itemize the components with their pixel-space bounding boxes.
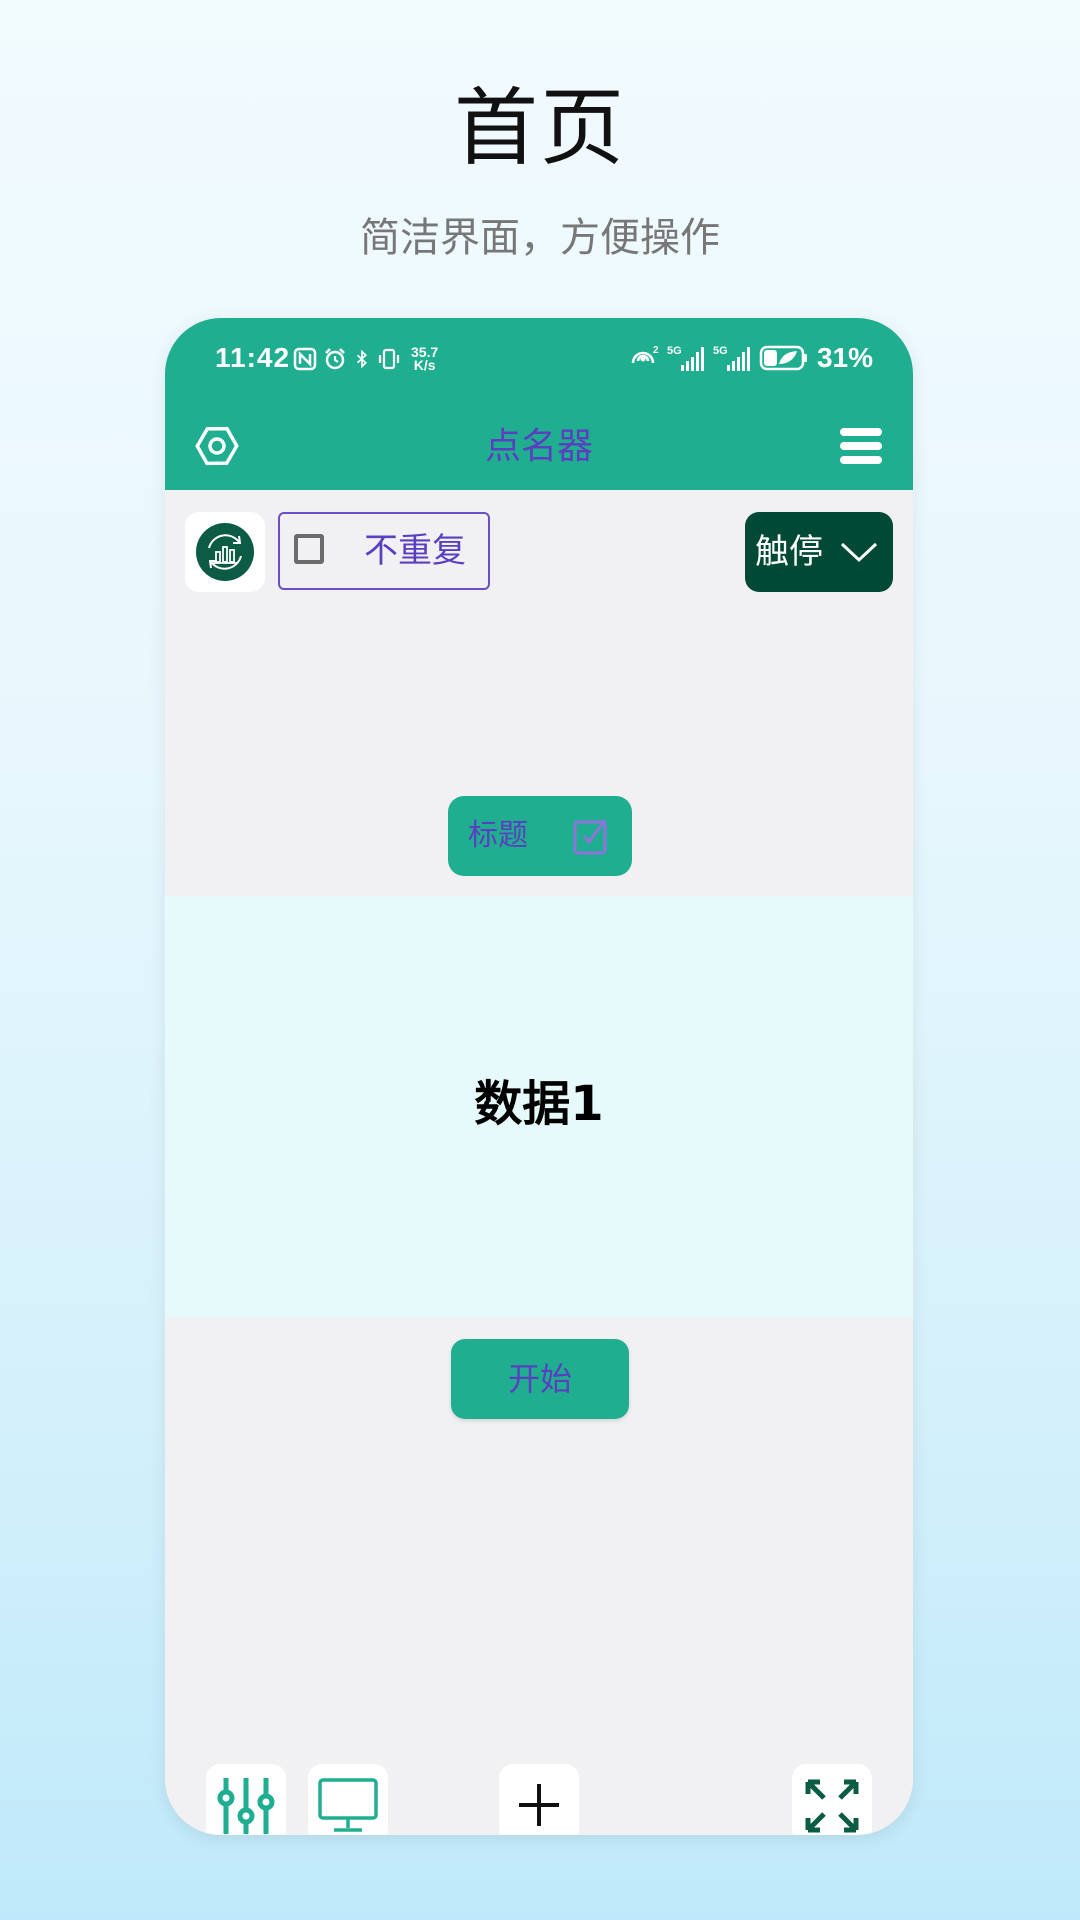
edit-icon xyxy=(573,819,607,855)
title-button-label: 标题 xyxy=(468,818,528,853)
title-button[interactable]: 标题 xyxy=(448,796,632,876)
app-title: 点名器 xyxy=(484,426,593,467)
vibrate-icon xyxy=(378,348,400,370)
sliders-icon xyxy=(217,1778,275,1834)
bluetooth-icon xyxy=(356,349,367,369)
alarm-icon xyxy=(325,348,345,370)
menu-icon[interactable] xyxy=(837,422,885,470)
phone-screen: 11:42 35.7 K/s 2 5G 5G 31% 点名器 不重复 触停 标题… xyxy=(165,318,913,1835)
display-panel: 数据1 xyxy=(165,896,913,1318)
promo-subtitle: 简洁界面，方便操作 xyxy=(360,215,720,261)
stats-button[interactable] xyxy=(185,512,265,592)
svg-text:2: 2 xyxy=(653,345,659,356)
fullscreen-button[interactable] xyxy=(792,1764,872,1835)
chevron-down-icon xyxy=(840,542,878,563)
battery-percent: 31% xyxy=(816,342,873,373)
nfc-icon xyxy=(293,347,317,371)
svg-text:5G: 5G xyxy=(713,345,728,357)
app-bar: 点名器 xyxy=(165,404,913,490)
status-bar: 11:42 35.7 K/s 2 5G 5G 31% xyxy=(165,318,913,404)
monitor-icon xyxy=(318,1778,378,1832)
net-speed: 35.7 K/s xyxy=(411,344,439,373)
monitor-button[interactable] xyxy=(308,1764,388,1835)
stats-refresh-icon xyxy=(196,523,254,581)
start-button-label: 开始 xyxy=(507,1360,572,1398)
status-right-icons: 2 5G 5G 31% xyxy=(627,342,873,374)
hotspot-icon: 2 xyxy=(631,345,659,364)
expand-icon xyxy=(805,1779,859,1833)
sliders-button[interactable] xyxy=(206,1764,286,1835)
mode-dropdown[interactable]: 触停 xyxy=(745,512,893,592)
signal-icon: 5G xyxy=(667,345,704,371)
promo-title: 首页 xyxy=(453,79,626,177)
svg-text:5G: 5G xyxy=(667,345,682,357)
no-repeat-checkbox[interactable] xyxy=(294,534,324,564)
toolbar-row: 不重复 触停 xyxy=(165,490,913,592)
status-time: 11:42 xyxy=(215,342,291,373)
no-repeat-toggle[interactable]: 不重复 xyxy=(278,512,490,590)
no-repeat-label: 不重复 xyxy=(364,531,466,571)
start-button[interactable]: 开始 xyxy=(451,1339,629,1419)
battery-saver-icon xyxy=(759,345,807,371)
add-button[interactable] xyxy=(499,1764,579,1835)
plus-icon xyxy=(519,1784,559,1826)
display-value: 数据1 xyxy=(474,1076,604,1132)
signal-2-icon: 5G xyxy=(713,345,750,371)
status-left-icons: 35.7 K/s xyxy=(293,344,438,374)
mode-selected-label: 触停 xyxy=(755,532,823,572)
